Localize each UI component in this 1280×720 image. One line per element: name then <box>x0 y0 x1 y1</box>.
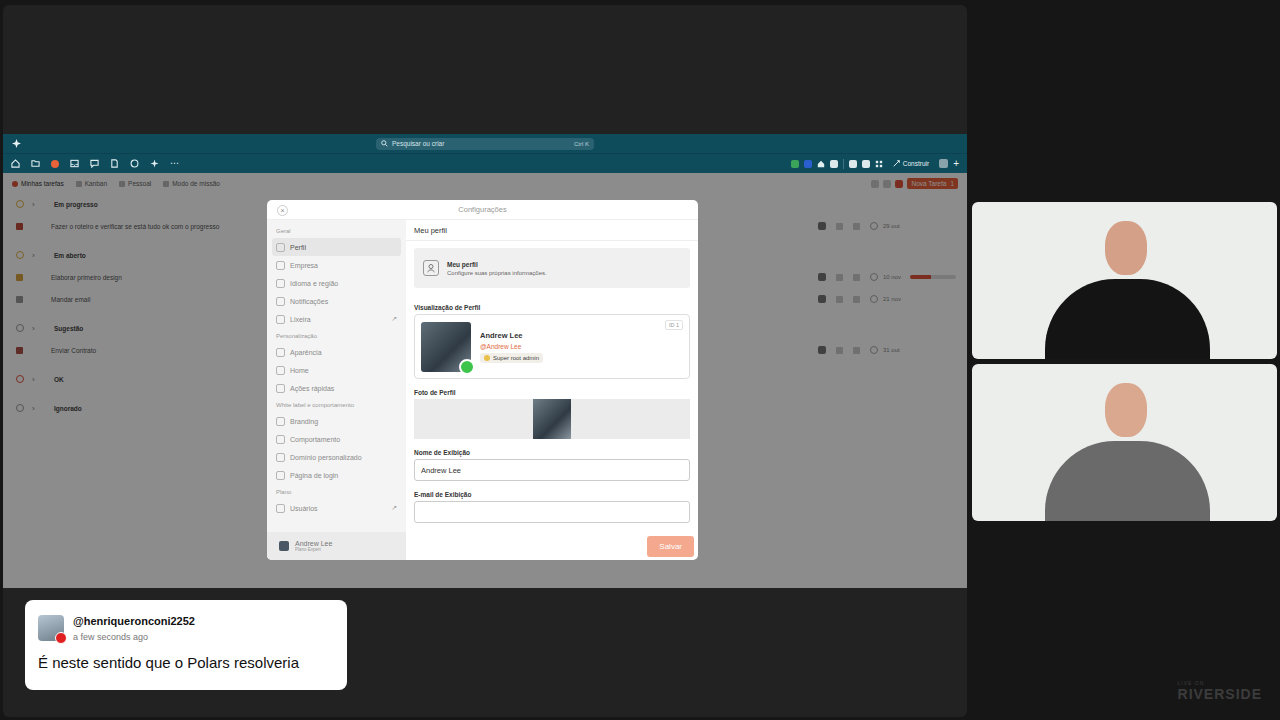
sidebar-item[interactable]: Notificações <box>272 292 401 310</box>
camera-tile <box>972 202 1277 359</box>
online-status-dot <box>459 359 475 375</box>
riverside-watermark: LIVE ON RIVERSIDE <box>1178 680 1262 702</box>
apps-grid-icon[interactable] <box>875 160 883 168</box>
build-icon <box>893 160 900 167</box>
camera-column <box>972 5 1277 717</box>
role-badge: Super root admin <box>480 353 543 363</box>
app-navbar: ⋯ Construir + <box>3 153 967 173</box>
external-link-icon: ↗ <box>391 504 397 512</box>
screen-share: Pesquisar ou criar Ctrl K ⋯ Construir + … <box>3 134 967 588</box>
search-icon <box>381 140 388 147</box>
sidebar-item[interactable]: Domínio personalizado <box>272 448 401 466</box>
blue-app-icon[interactable] <box>804 160 812 168</box>
save-button[interactable]: Salvar <box>647 536 694 557</box>
app-body: Minhas tarefasKanbanPessoalModo de missã… <box>3 173 967 588</box>
sidebar-item[interactable]: Comportamento <box>272 430 401 448</box>
id-chip: ID 1 <box>665 320 683 330</box>
app-topbar: Pesquisar ou criar Ctrl K <box>3 134 967 153</box>
sidebar-item[interactable]: Idioma e região <box>272 274 401 292</box>
comment-author: @henriqueronconi2252 <box>73 615 195 627</box>
section-label: Personalização <box>272 329 401 343</box>
text-input[interactable]: Andrew Lee <box>414 459 690 481</box>
section-label: Plano <box>272 485 401 499</box>
chat-comment-card: @henriqueronconi2252 a few seconds ago É… <box>25 600 347 690</box>
sidebar-item[interactable]: Home <box>272 361 401 379</box>
page-title: Meu perfil <box>406 220 698 241</box>
section-label: White label e comportamento <box>272 398 401 412</box>
whatsapp-icon[interactable] <box>130 159 139 168</box>
comment-time: a few seconds ago <box>73 632 195 642</box>
sidebar-item[interactable]: Usuários ↗ <box>272 499 401 517</box>
panel-icon[interactable] <box>862 160 870 168</box>
photo-upload[interactable] <box>414 399 690 439</box>
section-label: Geral <box>272 224 401 238</box>
field-label: Foto de Perfil <box>414 389 690 396</box>
participant-video <box>1030 371 1220 521</box>
logo-icon[interactable] <box>12 139 21 148</box>
section-card: Meu perfil Configure suas próprias infor… <box>414 248 690 288</box>
camera-tile <box>972 364 1277 521</box>
house-icon[interactable] <box>817 160 825 168</box>
home-icon[interactable] <box>11 159 20 168</box>
settings-modal: × Configurações Geral Perfil Empresa Idi… <box>267 200 698 560</box>
sidebar-item[interactable]: Ações rápidas <box>272 379 401 397</box>
profile-settings: Meu perfil Meu perfil Configure suas pró… <box>406 220 698 560</box>
current-user[interactable]: Andrew Lee Plano Expert <box>267 532 406 560</box>
tasks-icon[interactable] <box>51 160 59 168</box>
profile-photo <box>533 399 571 439</box>
sidebar-item[interactable]: Lixeira ↗ <box>272 310 401 328</box>
folder-icon[interactable] <box>31 159 40 168</box>
close-button[interactable]: × <box>277 205 288 216</box>
comment-text: É neste sentido que o Polars resolveria <box>38 654 334 671</box>
automation-icon[interactable] <box>150 159 159 168</box>
sidebar-item[interactable]: Branding <box>272 412 401 430</box>
search-placeholder: Pesquisar ou criar <box>392 140 570 147</box>
profile-icon <box>423 260 439 276</box>
external-link-icon: ↗ <box>391 315 397 323</box>
shortcut-hint: Ctrl K <box>574 141 589 147</box>
more-button[interactable]: ⋯ <box>170 159 179 168</box>
sidebar-item[interactable]: Aparência <box>272 343 401 361</box>
sidebar-item[interactable]: Empresa <box>272 256 401 274</box>
commenter-avatar <box>38 615 64 641</box>
add-button[interactable]: + <box>953 159 959 169</box>
sidebar-item[interactable]: Página de login <box>272 466 401 484</box>
inbox-icon[interactable] <box>70 159 79 168</box>
sidebar-item[interactable]: Perfil <box>272 238 401 256</box>
youtube-icon <box>55 632 67 644</box>
user-avatar[interactable] <box>939 159 948 168</box>
field-label: E-mail de Exibição <box>414 491 690 498</box>
screen-panel: Pesquisar ou criar Ctrl K ⋯ Construir + … <box>3 5 967 717</box>
sheet-app-icon[interactable] <box>791 160 799 168</box>
settings-sidebar: Geral Perfil Empresa Idioma e região Not… <box>267 220 406 560</box>
profile-preview: Andrew Lee @Andrew Lee Super root admin … <box>414 314 690 379</box>
profile-photo <box>421 322 471 372</box>
stream-layout: Pesquisar ou criar Ctrl K ⋯ Construir + … <box>0 0 1280 720</box>
text-input[interactable] <box>414 501 690 523</box>
field-label: Nome de Exibição <box>414 449 690 456</box>
window-icon[interactable] <box>849 160 857 168</box>
field-label: Visualização de Perfil <box>414 304 690 311</box>
participant-video <box>1030 209 1220 359</box>
search-box[interactable]: Pesquisar ou criar Ctrl K <box>376 138 594 150</box>
document-icon[interactable] <box>110 159 119 168</box>
modal-header: × Configurações <box>267 200 698 220</box>
build-button[interactable]: Construir <box>888 160 934 167</box>
chat-icon[interactable] <box>90 159 99 168</box>
grid-app-icon[interactable] <box>830 160 838 168</box>
